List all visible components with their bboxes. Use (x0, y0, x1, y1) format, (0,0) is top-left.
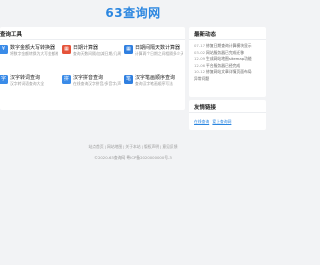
tool-item-hanzi-words[interactable]: 字 汉字转词查询 汉字转词语查询大全 (0, 74, 57, 100)
yuan-icon: ¥ (0, 45, 8, 54)
friend-links-row: 在线查询 爱上查询网 (194, 119, 233, 125)
friend-links-panel: 友情链接 在线查询 爱上查询网 (189, 100, 266, 130)
footer-link-sitemap[interactable]: 网站地图 (107, 144, 122, 149)
calendar-icon: ▦ (124, 45, 133, 54)
tool-name: 数字金额大写转换器 (10, 45, 56, 51)
footer-links: 站点首页|网站地图|关于本站|版权声明|意见反馈 (88, 144, 178, 149)
news-date: 12-09 (194, 56, 206, 62)
footer-link-feedback[interactable]: 意见反馈 (162, 144, 177, 149)
news-date: 12-06 (194, 62, 206, 68)
tool-desc: 将数字金额转换为大写金额格式 (10, 51, 58, 56)
tool-item-date-interval[interactable]: ▦ 日期间隔天数计算器 计算两个日期之间相隔多少天 (124, 44, 183, 70)
tool-name: 日期计算器 (73, 45, 99, 51)
news-list: 07-17修复日期查询计算模块显示 03-02网站服务器已完成迁移 12-09生… (194, 43, 264, 83)
news-text: 生成网站地图sitemap功能 (206, 56, 252, 62)
tool-desc: 查询天数间隔/加减日期/几周几 (73, 51, 121, 56)
friend-links-title: 友情链接 (194, 105, 217, 111)
news-divider (189, 39, 266, 40)
tool-desc: 计算两个日期之间相隔多少天 (135, 51, 183, 56)
news-date: 10-12 (194, 69, 206, 75)
friend-links-divider (189, 112, 266, 113)
news-item[interactable]: 03-02网站服务器已完成迁移 (194, 50, 264, 57)
tools-title: 查询工具 (0, 32, 23, 38)
hanzi-icon: 字 (0, 75, 8, 84)
tool-item-stroke-order[interactable]: 笔 汉字笔画顺序查询 查询汉字笔画顺序写法 (124, 74, 182, 100)
news-text: 异常问题 (194, 75, 210, 81)
news-item-continuation[interactable]: 异常问题 (194, 76, 264, 83)
news-text: 修复网站文章详情页面布局 (206, 69, 252, 75)
tool-item-pinyin[interactable]: 拼 汉字拼音查询 在线查询汉字拼音/多音字/声调大全 (62, 74, 121, 100)
tool-name: 日期间隔天数计算器 (135, 45, 181, 51)
news-item[interactable]: 12-09生成网站地图sitemap功能 (194, 56, 264, 63)
news-item[interactable]: 12-06平台服务器已经完成 (194, 63, 264, 70)
tools-divider (0, 39, 185, 40)
footer-link-about[interactable]: 关于本站 (125, 144, 140, 149)
news-text: 网站服务器已完成迁移 (206, 49, 245, 55)
news-item[interactable]: 07-17修复日期查询计算模块显示 (194, 43, 264, 50)
pinyin-icon: 拼 (62, 75, 71, 84)
site-header: 63查询网 (0, 0, 266, 24)
tools-panel: 查询工具 ¥ 数字金额大写转换器 将数字金额转换为大写金额格式 ▦ 日期计算器 … (0, 27, 185, 110)
news-item[interactable]: 10-12修复网站文章详情页面布局 (194, 69, 264, 76)
calendar-icon: ▦ (62, 45, 71, 54)
tool-desc: 查询汉字笔画顺序写法 (135, 81, 173, 86)
tool-name: 汉字笔画顺序查询 (135, 75, 176, 81)
tool-name: 汉字转词查询 (10, 75, 41, 81)
copyright-text: ©2020-63查询网 粤ICP备2020000000号-3 (94, 155, 172, 160)
news-panel: 最新动态 07-17修复日期查询计算模块显示 03-02网站服务器已完成迁移 1… (189, 27, 266, 97)
footer-link-home[interactable]: 站点首页 (88, 144, 103, 149)
news-date: 07-17 (194, 43, 206, 48)
friend-link[interactable]: 爱上查询网 (212, 119, 231, 124)
news-date: 03-02 (194, 49, 206, 55)
tool-desc: 汉字转词语查询大全 (10, 81, 45, 86)
tool-item-amount-uppercase[interactable]: ¥ 数字金额大写转换器 将数字金额转换为大写金额格式 (0, 44, 58, 70)
news-title: 最新动态 (194, 32, 217, 38)
tool-desc: 在线查询汉字拼音/多音字/声调大全 (73, 81, 121, 86)
news-text: 平台服务器已经完成 (206, 62, 241, 68)
tool-item-date-calculator[interactable]: ▦ 日期计算器 查询天数间隔/加减日期/几周几 (62, 44, 121, 70)
site-logo[interactable]: 63查询网 (105, 4, 160, 21)
footer-link-copyright[interactable]: 版权声明 (144, 144, 159, 149)
strokes-icon: 笔 (124, 75, 133, 84)
tool-name: 汉字拼音查询 (73, 75, 104, 81)
friend-link[interactable]: 在线查询 (194, 119, 209, 124)
news-text: 修复日期查询计算模块显示 (206, 43, 252, 48)
